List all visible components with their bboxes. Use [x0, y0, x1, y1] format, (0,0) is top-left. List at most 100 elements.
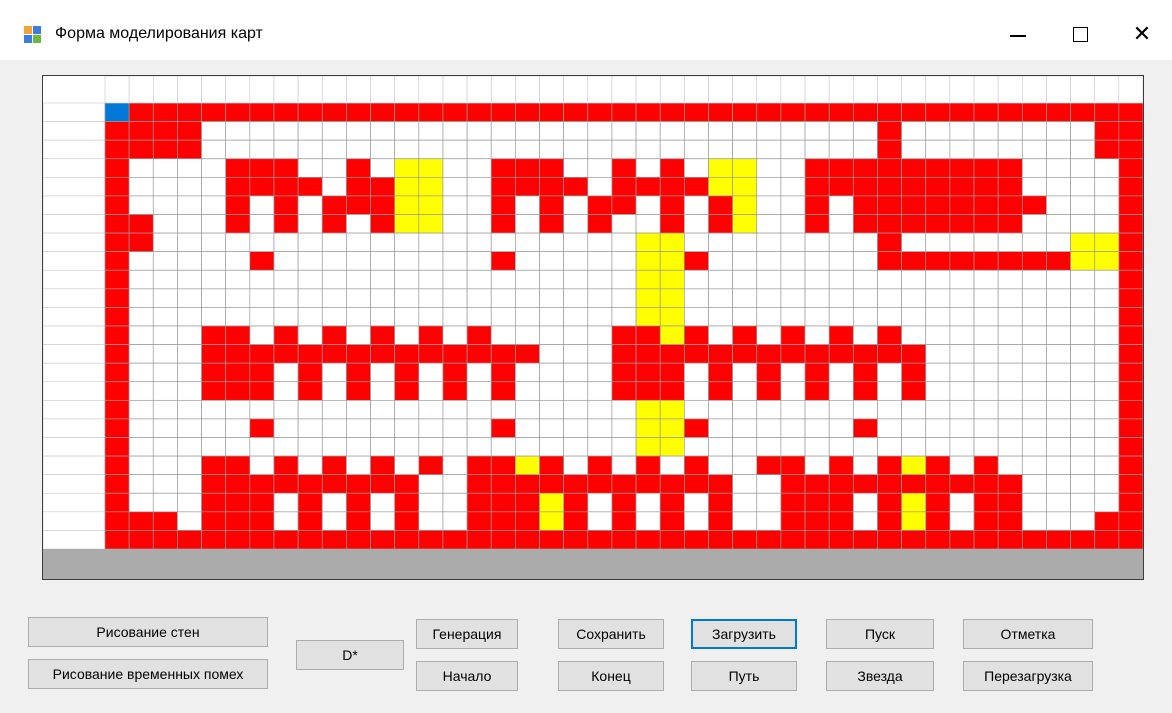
grid-cell-wall[interactable]: [490, 418, 516, 438]
grid-column-header-cell[interactable]: [1046, 76, 1071, 104]
grid-cell[interactable]: [177, 492, 202, 513]
grid-cell[interactable]: [177, 325, 202, 345]
grid-cell[interactable]: [611, 232, 637, 253]
grid-column-header-cell[interactable]: [587, 76, 613, 104]
grid-cell[interactable]: [587, 307, 613, 327]
grid-cell-wall[interactable]: [635, 176, 661, 197]
grid-cell[interactable]: [394, 269, 420, 290]
grid-cell[interactable]: [732, 455, 758, 476]
grid-cell[interactable]: [973, 232, 999, 253]
grid-cell[interactable]: [394, 288, 420, 308]
end-button[interactable]: Конец: [558, 661, 664, 691]
grid-cell[interactable]: [611, 139, 637, 160]
grid-cell[interactable]: [442, 139, 468, 160]
grid-cell[interactable]: [370, 158, 396, 178]
grid-cell[interactable]: [852, 511, 878, 531]
grid-cell[interactable]: [973, 362, 999, 383]
grid-cell[interactable]: [852, 307, 878, 327]
grid-cell-wall[interactable]: [1118, 251, 1143, 271]
grid-cell[interactable]: [925, 362, 951, 383]
grid-cell[interactable]: [394, 307, 420, 327]
grid-cell[interactable]: [418, 232, 444, 253]
grid-cell[interactable]: [394, 232, 420, 253]
grid-cell[interactable]: [852, 325, 878, 345]
grid-cell-wall[interactable]: [635, 455, 661, 476]
grid-cell-wall[interactable]: [249, 492, 275, 513]
grid-cell[interactable]: [563, 437, 589, 457]
grid-cell-wall[interactable]: [442, 381, 468, 401]
grid-cell[interactable]: [901, 418, 927, 438]
grid-cell[interactable]: [1046, 325, 1071, 345]
grid-cell-wall[interactable]: [104, 344, 130, 364]
grid-cell[interactable]: [852, 288, 878, 308]
grid-cell-wall[interactable]: [297, 492, 323, 513]
grid-cell[interactable]: [804, 269, 830, 290]
grid-cell[interactable]: [997, 399, 1023, 420]
grid-cell[interactable]: [901, 307, 927, 327]
grid-cell[interactable]: [1046, 232, 1071, 253]
grid-cell[interactable]: [1094, 344, 1120, 364]
grid-cell-wall[interactable]: [490, 344, 516, 364]
grid-cell[interactable]: [997, 269, 1023, 290]
grid-cell-wall[interactable]: [659, 474, 685, 494]
grid-cell-wall[interactable]: [346, 362, 371, 383]
grid-cell[interactable]: [756, 269, 782, 290]
grid-cell-wall[interactable]: [852, 418, 878, 438]
grid-cell-wall[interactable]: [273, 455, 299, 476]
grid-cell[interactable]: [1046, 455, 1071, 476]
grid-cell[interactable]: [1070, 381, 1096, 401]
grid-cell-wall[interactable]: [925, 511, 951, 531]
grid-cell-wall[interactable]: [901, 362, 927, 383]
grid-cell-wall[interactable]: [708, 511, 733, 531]
grid-cell[interactable]: [708, 418, 733, 438]
grid-cell-wall[interactable]: [466, 325, 492, 345]
grid-column-header-cell[interactable]: [346, 76, 371, 104]
grid-cell[interactable]: [852, 251, 878, 271]
grid-cell-wall[interactable]: [128, 511, 154, 531]
grid-cell[interactable]: [708, 251, 733, 271]
grid-cell[interactable]: [442, 325, 468, 345]
grid-cell-marker[interactable]: [659, 232, 685, 253]
grid-cell[interactable]: [442, 474, 468, 494]
grid-cell-wall[interactable]: [321, 325, 347, 345]
grid-cell[interactable]: [1046, 511, 1071, 531]
grid-cell[interactable]: [683, 232, 709, 253]
grid-cell-wall[interactable]: [466, 344, 492, 364]
grid-cell-wall[interactable]: [201, 381, 227, 401]
grid-cell-wall[interactable]: [973, 530, 999, 549]
grid-cell[interactable]: [515, 325, 540, 345]
grid-cell[interactable]: [225, 437, 251, 457]
grid-cell-wall[interactable]: [1046, 530, 1071, 549]
grid-cell-wall[interactable]: [394, 362, 420, 383]
grid-cell[interactable]: [756, 325, 782, 345]
grid-cell-wall[interactable]: [249, 362, 275, 383]
grid-cell-wall[interactable]: [804, 381, 830, 401]
grid-cell[interactable]: [297, 325, 323, 345]
grid-cell[interactable]: [732, 399, 758, 420]
grid-cell-wall[interactable]: [321, 474, 347, 494]
grid-cell[interactable]: [152, 344, 178, 364]
grid-cell[interactable]: [249, 195, 275, 215]
grid-cell-wall[interactable]: [659, 530, 685, 549]
grid-cell-wall[interactable]: [635, 530, 661, 549]
grid-cell[interactable]: [539, 269, 565, 290]
grid-cell[interactable]: [708, 288, 733, 308]
grid-cell[interactable]: [225, 251, 251, 271]
grid-cell-wall[interactable]: [104, 418, 130, 438]
grid-column-header-cell[interactable]: [201, 76, 226, 104]
grid-row-header[interactable]: [43, 121, 106, 141]
grid-cell[interactable]: [683, 307, 709, 327]
grid-cell[interactable]: [611, 307, 637, 327]
grid-cell[interactable]: [152, 418, 178, 438]
grid-cell-wall[interactable]: [346, 158, 371, 178]
grid-cell-wall[interactable]: [104, 121, 130, 141]
grid-cell-wall[interactable]: [273, 344, 299, 364]
grid-cell[interactable]: [1094, 381, 1120, 401]
grid-cell[interactable]: [490, 325, 516, 345]
grid-cell-marker[interactable]: [394, 176, 420, 197]
grid-cell[interactable]: [732, 288, 758, 308]
grid-cell[interactable]: [828, 362, 854, 383]
grid-row-header[interactable]: [43, 177, 106, 197]
grid-cell[interactable]: [1046, 195, 1071, 215]
grid-column-header-cell[interactable]: [877, 76, 902, 104]
